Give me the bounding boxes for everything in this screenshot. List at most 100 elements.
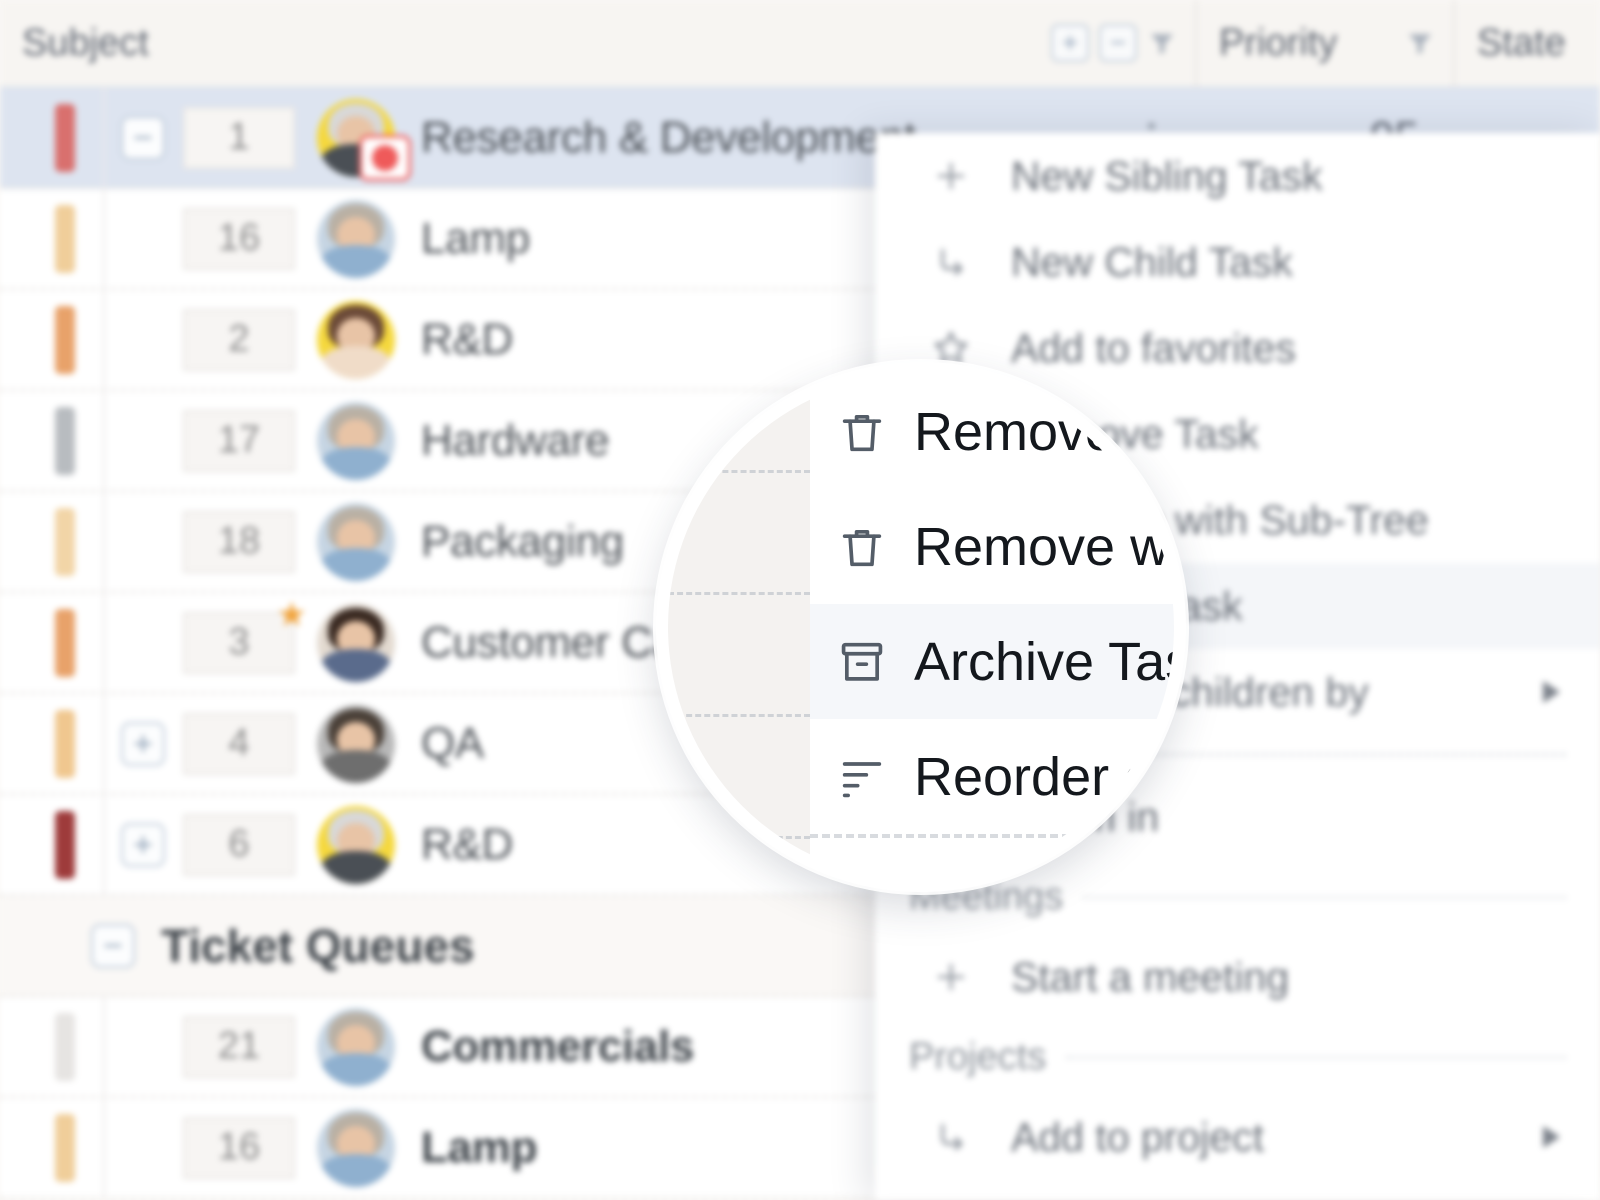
priority-bar xyxy=(55,709,75,778)
task-id: 18 xyxy=(183,510,295,573)
task-id: 2 xyxy=(183,308,295,371)
avatar-blue-shirt xyxy=(317,1007,395,1086)
magnified-context-menu[interactable]: Remove TaskRemove with Sub-Tree Archive T… xyxy=(810,374,1174,880)
tree-guide-line xyxy=(103,1097,105,1198)
task-subject: R&D xyxy=(421,314,513,364)
task-id: 3 ★ xyxy=(183,598,307,674)
tree-guide-line xyxy=(103,188,105,289)
tree-guide-line xyxy=(103,289,105,390)
sort-icon xyxy=(836,751,906,803)
avatar-blue-shirt xyxy=(317,199,395,278)
menu-item-add-to-project[interactable]: Add to project xyxy=(875,1094,1600,1180)
arrow-child-icon xyxy=(931,1117,995,1157)
plus-icon xyxy=(931,957,995,997)
column-header-state[interactable]: State xyxy=(1453,0,1600,87)
menu-section-header: Projects xyxy=(875,1020,1600,1094)
favorite-star-icon: ★ xyxy=(276,595,307,634)
priority-header-tools xyxy=(1405,28,1453,58)
row-toggle-placeholder xyxy=(121,217,165,261)
avatar-blue-shirt xyxy=(317,502,395,581)
task-id: 16 xyxy=(183,1116,295,1179)
magnified-menu-item-archive-task[interactable]: Archive Task xyxy=(810,604,1174,719)
section-divider xyxy=(1066,1055,1566,1059)
avatar-gray-beard xyxy=(317,704,395,783)
arrow-child-icon xyxy=(931,242,995,282)
column-header-subject-label: Subject xyxy=(22,21,149,64)
magnified-menu-item-remove-task[interactable]: Remove Task xyxy=(810,374,1174,489)
submenu-arrow-icon xyxy=(1543,1126,1560,1148)
section-divider xyxy=(1083,895,1566,899)
collapse-all-icon[interactable]: − xyxy=(1099,24,1137,62)
menu-section-label: Projects xyxy=(909,1035,1047,1078)
menu-item-label: Add to project xyxy=(1011,1113,1264,1160)
column-header-subject[interactable]: Subject + − xyxy=(0,0,1195,87)
column-header-priority-label: Priority xyxy=(1219,21,1338,64)
row-toggle-placeholder xyxy=(121,621,165,665)
filter-icon[interactable] xyxy=(1147,28,1177,58)
trash-icon xyxy=(836,521,906,573)
magnified-menu-item-reorder-children-by[interactable]: Reorder children by xyxy=(810,719,1174,834)
column-header-priority[interactable]: Priority xyxy=(1195,0,1453,87)
avatar-yellow-hardhat xyxy=(317,805,395,884)
task-id: 4 xyxy=(183,712,295,775)
magnifier-lens: Remove TaskRemove with Sub-TreeArchive T… xyxy=(656,362,1186,892)
collapse-row-icon[interactable]: − xyxy=(121,115,165,160)
row-toggle-placeholder xyxy=(121,419,165,463)
row-toggle-placeholder xyxy=(121,1025,165,1069)
priority-bar xyxy=(55,305,75,374)
expand-all-icon[interactable]: + xyxy=(1051,24,1089,62)
task-subject: Lamp xyxy=(421,213,530,263)
tree-guide-line xyxy=(103,996,105,1097)
menu-item-label: New Sibling Task xyxy=(1011,152,1323,199)
task-subject: R&D xyxy=(421,819,513,869)
task-id: 21 xyxy=(183,1015,295,1078)
magnified-menu-item-label: Remove Task xyxy=(914,401,1186,462)
avatar-blue-shirt xyxy=(317,1108,395,1187)
row-toggle-placeholder xyxy=(121,520,165,564)
avatar-yellow-hair xyxy=(317,300,395,379)
row-toggle-placeholder xyxy=(121,318,165,362)
priority-bar xyxy=(55,1012,75,1081)
task-subject: Research & Development xyxy=(421,112,916,162)
tree-guide-line xyxy=(103,491,105,592)
priority-bar xyxy=(55,810,75,879)
magnified-menu-separator xyxy=(810,834,1166,838)
app-screen: Subject + − Priority State − 1 Research … xyxy=(0,0,1600,1200)
tree-guide-line xyxy=(103,794,105,895)
priority-bar xyxy=(55,204,75,273)
submenu-arrow-icon xyxy=(1543,681,1560,703)
collapse-group-icon[interactable]: − xyxy=(91,923,135,968)
task-id: 6 xyxy=(183,813,295,876)
magnifier-content: Remove TaskRemove with Sub-Tree Archive T… xyxy=(668,374,1174,880)
plus-icon xyxy=(931,156,995,196)
expand-row-icon[interactable]: + xyxy=(121,721,165,766)
priority-bar xyxy=(55,406,75,475)
row-toggle-placeholder xyxy=(121,1126,165,1170)
menu-item-new-child-task[interactable]: New Child Task xyxy=(875,219,1600,305)
tree-guide-line xyxy=(103,592,105,693)
magnified-menu-item-remove-with-sub-tree[interactable]: Remove with Sub-Tree xyxy=(810,489,1174,604)
menu-item-label: New Child Task xyxy=(1011,238,1293,285)
magnified-table-area xyxy=(668,374,810,880)
menu-item-new-sibling-task[interactable]: New Sibling Task xyxy=(875,133,1600,219)
table-header: Subject + − Priority State xyxy=(0,0,1600,88)
task-subject: Hardware xyxy=(421,415,610,465)
avatar-blue-shirt xyxy=(317,401,395,480)
filter-icon[interactable] xyxy=(1405,28,1435,58)
group-title: Ticket Queues xyxy=(161,919,475,972)
trash-icon xyxy=(836,406,906,458)
magnified-menu-item-label: Remove with Sub-Tree xyxy=(914,516,1182,577)
alert-badge xyxy=(359,134,411,181)
priority-bar xyxy=(55,608,75,677)
priority-bar xyxy=(55,912,75,980)
menu-item-label: Add to favorites xyxy=(1011,324,1296,371)
priority-bar xyxy=(55,103,75,172)
tree-guide-line xyxy=(103,390,105,491)
task-id: 16 xyxy=(183,207,295,270)
menu-item-start-a-meeting[interactable]: Start a meeting xyxy=(875,934,1600,1020)
subject-header-tools: + − xyxy=(1051,24,1195,62)
tree-guide-line xyxy=(103,87,105,188)
avatar-yellow-hardhat xyxy=(317,98,411,181)
priority-bar xyxy=(55,1113,75,1182)
expand-row-icon[interactable]: + xyxy=(121,822,165,867)
